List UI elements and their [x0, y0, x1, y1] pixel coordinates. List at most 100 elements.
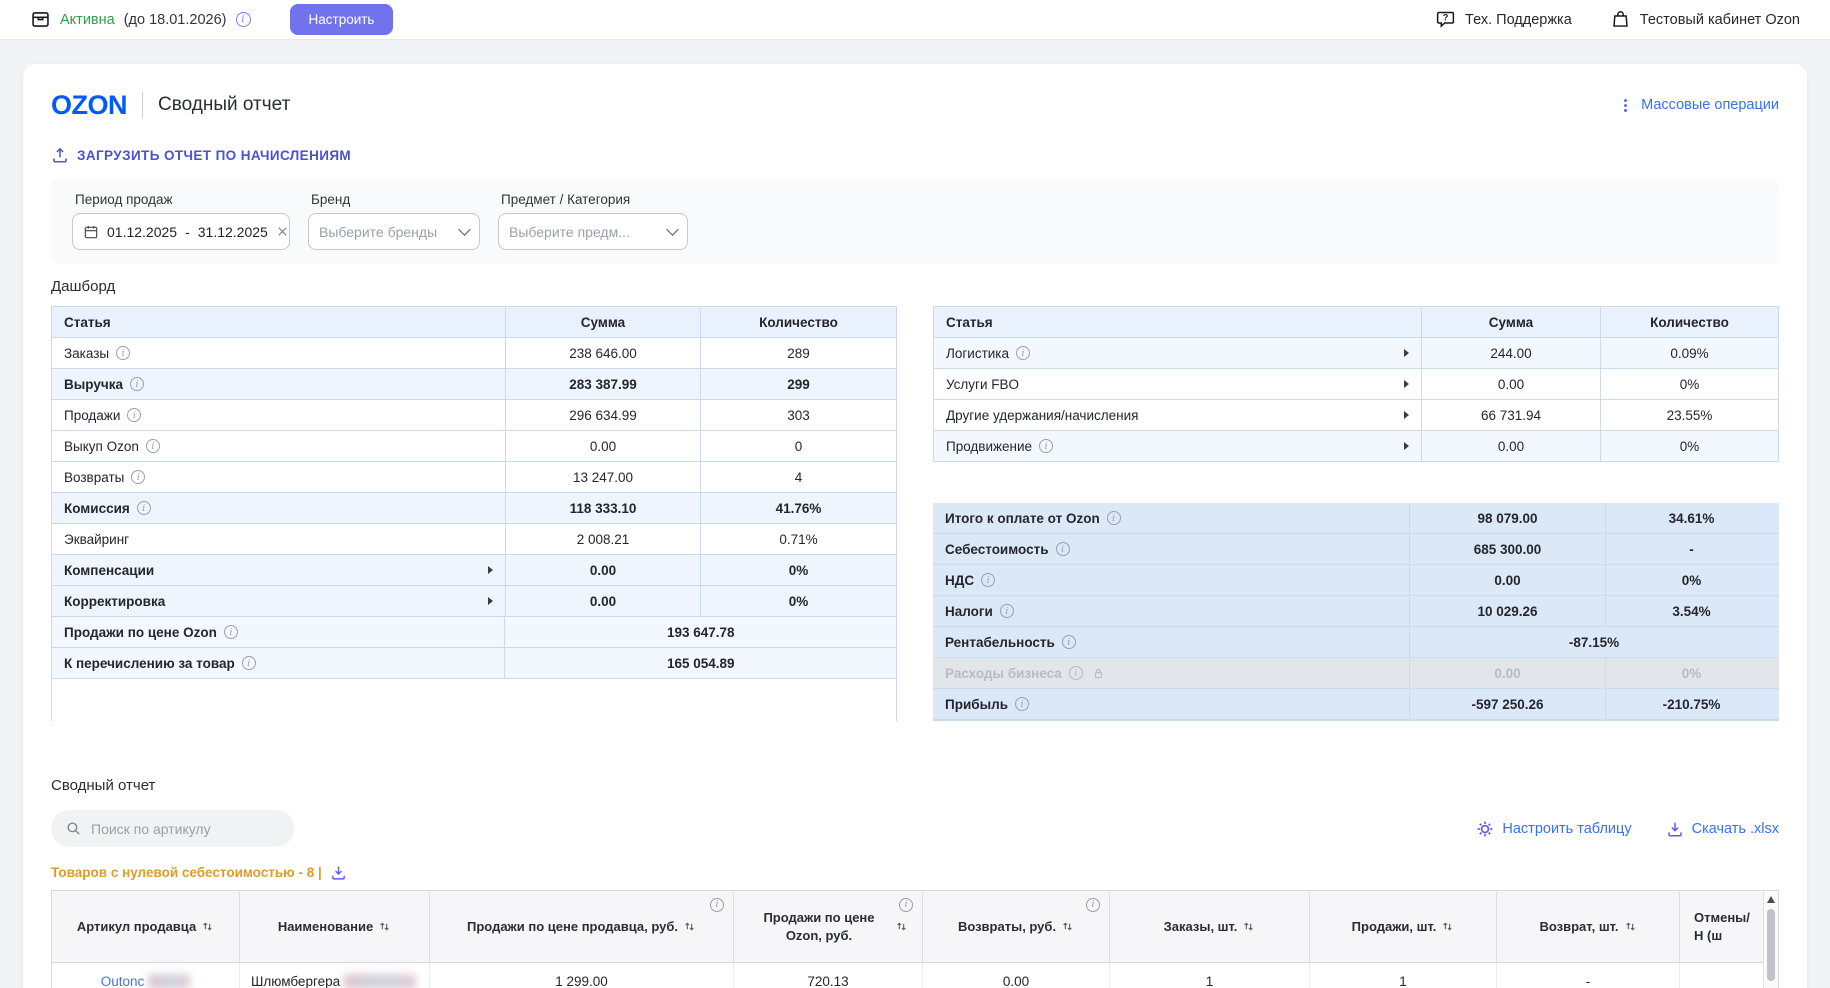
- tech-support-link[interactable]: ? Тех. Поддержка: [1435, 9, 1572, 30]
- subscription-expiry: (до 18.01.2026): [123, 11, 227, 28]
- article-cell: Логистика: [934, 338, 1422, 368]
- info-icon[interactable]: [1061, 635, 1076, 649]
- brand-select[interactable]: Выберите бренды: [308, 213, 480, 250]
- info-icon[interactable]: [127, 408, 142, 422]
- scroll-up-icon[interactable]: [1767, 896, 1775, 903]
- zero-cost-row: Товаров с нулевой себестоимостью - 8 |: [51, 864, 1779, 881]
- question-bubble-icon: ?: [1435, 9, 1456, 30]
- dashboard-row: Услуги FBO 0.00 0%: [934, 369, 1778, 400]
- article-label: Комиссия: [64, 500, 130, 516]
- summary-table-header: Артикул продавца Наименование Продажи по ц…: [52, 891, 1778, 963]
- info-icon[interactable]: [1068, 666, 1083, 680]
- zero-cost-link[interactable]: Товаров с нулевой себестоимостью - 8 |: [51, 865, 322, 880]
- info-icon[interactable]: [710, 898, 724, 912]
- expand-row-icon[interactable]: [1404, 380, 1409, 388]
- info-icon[interactable]: [981, 573, 996, 587]
- upload-report-link[interactable]: ЗАГРУЗИТЬ ОТЧЕТ ПО НАЧИСЛЕНИЯМ: [51, 146, 351, 164]
- subscription-info-icon[interactable]: [235, 12, 251, 27]
- sort-icon[interactable]: [378, 920, 391, 933]
- dashboard-row: Заказы 238 646.00 289: [52, 338, 896, 369]
- qty-cell: 3.54%: [1672, 603, 1711, 619]
- expand-row-icon[interactable]: [1404, 442, 1409, 450]
- main-card: OZON Сводный отчет Массовые операции ЗАГ…: [23, 64, 1807, 988]
- dashboard-row: Налоги 10 029.26 3.54%: [933, 596, 1779, 627]
- info-icon[interactable]: [136, 501, 151, 515]
- configure-button[interactable]: Настроить: [289, 4, 394, 35]
- article-link[interactable]: Outonc: [101, 974, 145, 988]
- dashboard-row: Корректировка 0.00 0%: [52, 586, 896, 617]
- subscription-status: Активна (до 18.01.2026) Настроить: [30, 4, 394, 35]
- sort-icon[interactable]: [895, 920, 908, 933]
- bulk-operations-link[interactable]: Массовые операции: [1617, 97, 1779, 114]
- column-header-label: Возврат, шт.: [1539, 918, 1619, 934]
- info-icon[interactable]: [1015, 697, 1029, 711]
- qty-cell: 0%: [1679, 438, 1700, 454]
- cell-value: 1: [1399, 973, 1407, 988]
- expand-row-icon[interactable]: [1404, 349, 1409, 357]
- subscription-status-text: Активна: [60, 11, 115, 28]
- merged-value-cell: -87.15%: [1568, 634, 1620, 650]
- vertical-scrollbar[interactable]: [1763, 891, 1778, 988]
- page-title: Сводный отчет: [158, 94, 291, 115]
- sort-icon[interactable]: [1624, 920, 1637, 933]
- search-input[interactable]: [91, 820, 280, 837]
- sort-icon[interactable]: [1242, 920, 1255, 933]
- summary-table: Артикул продавца Наименование Продажи по ц…: [51, 890, 1779, 988]
- info-icon[interactable]: [241, 656, 256, 670]
- article-cell: Другие удержания/начисления: [934, 400, 1422, 430]
- sort-icon[interactable]: [1441, 920, 1454, 933]
- info-icon[interactable]: [1106, 511, 1121, 525]
- clear-period-icon[interactable]: [276, 225, 289, 238]
- topbar: Активна (до 18.01.2026) Настроить ? Тех.…: [0, 0, 1830, 40]
- table-cell: Шлюмбергера: [240, 963, 430, 988]
- info-icon[interactable]: [1016, 346, 1031, 360]
- brand-placeholder: Выберите бренды: [319, 223, 438, 240]
- cell-value: -: [1585, 973, 1591, 988]
- scrollbar-thumb[interactable]: [1767, 909, 1775, 981]
- table-cell: [1680, 963, 1764, 988]
- table-row: Outonc Шлюмбергера 1 299.00 720.13 0.00 1 1 -: [52, 963, 1778, 988]
- info-icon[interactable]: [999, 604, 1014, 618]
- sort-icon[interactable]: [1061, 920, 1074, 933]
- article-cell: К перечислению за товар: [52, 648, 506, 678]
- info-icon[interactable]: [223, 625, 238, 639]
- bag-icon: [1610, 9, 1631, 30]
- article-cell: Прибыль: [933, 689, 1410, 719]
- sum-cell: 66 731.94: [1422, 400, 1601, 430]
- info-icon[interactable]: [1039, 439, 1054, 453]
- dashboard-tables: Статья Сумма Количество Заказы 238 646.00 289…: [51, 306, 1779, 721]
- expand-row-icon[interactable]: [488, 566, 493, 574]
- dashboard-row: НДС 0.00 0%: [933, 565, 1779, 596]
- info-icon[interactable]: [1086, 898, 1100, 912]
- dashboard-row: Рентабельность -87.15%: [933, 627, 1779, 658]
- download-icon[interactable]: [330, 864, 347, 881]
- column-header-label: Продажи, шт.: [1351, 918, 1437, 934]
- info-icon[interactable]: [131, 470, 146, 484]
- info-icon[interactable]: [1055, 542, 1070, 556]
- info-icon[interactable]: [129, 377, 144, 391]
- ozon-logo: OZON: [51, 89, 128, 120]
- cell-value: 1 299.00: [555, 973, 608, 988]
- expand-row-icon[interactable]: [1404, 411, 1409, 419]
- cabinet-link[interactable]: Тестовый кабинет Ozon: [1610, 9, 1800, 30]
- info-icon[interactable]: [145, 439, 160, 453]
- qty-cell: 0%: [1681, 572, 1702, 588]
- column-header-label: Наименование: [277, 918, 374, 934]
- sort-icon[interactable]: [201, 920, 214, 933]
- configure-table-button[interactable]: Настроить таблицу: [1476, 820, 1632, 838]
- sum-cell: 283 387.99: [506, 369, 701, 399]
- expand-row-icon[interactable]: [488, 597, 493, 605]
- qty-cell: 0: [794, 438, 803, 454]
- period-input[interactable]: 01.12.2025 - 31.12.2025: [72, 213, 290, 250]
- column-header: Отмены/Н (ш: [1680, 891, 1764, 962]
- search-box[interactable]: [51, 810, 294, 847]
- qty-cell: 299: [787, 376, 810, 392]
- info-icon[interactable]: [899, 898, 913, 912]
- ozon-summary-report-screen: Активна (до 18.01.2026) Настроить ? Тех.…: [0, 0, 1830, 988]
- sort-icon[interactable]: [683, 920, 696, 933]
- info-icon[interactable]: [116, 346, 131, 360]
- download-xlsx-button[interactable]: Скачать .xlsx: [1666, 820, 1779, 838]
- article-label: Корректировка: [64, 593, 166, 609]
- category-select[interactable]: Выберите предм...: [498, 213, 688, 250]
- summary-table-body: OutoncШлюмбергера1 299.00720.130.0011-кр…: [52, 963, 1778, 988]
